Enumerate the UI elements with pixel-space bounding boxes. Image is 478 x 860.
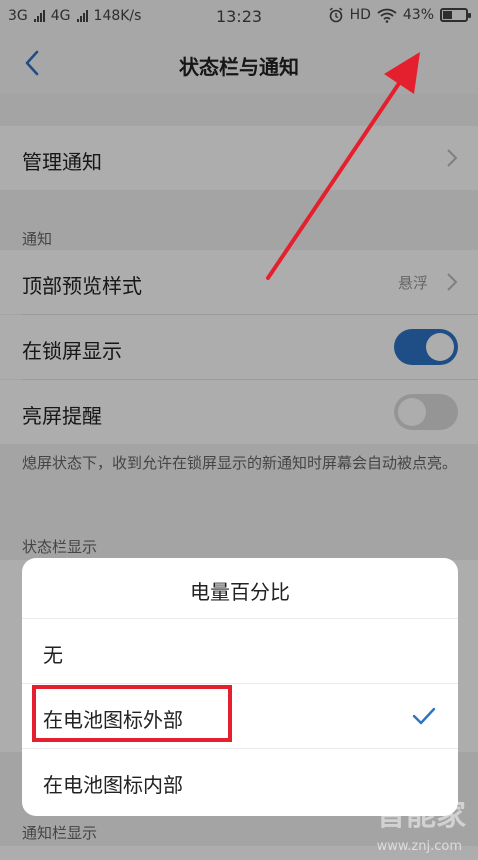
watermark-logo: 智能家 [376, 798, 466, 833]
option-label: 无 [43, 643, 63, 667]
checkmark-icon [412, 707, 436, 725]
dialog-title: 电量百分比 [190, 580, 290, 604]
option-label: 在电池图标内部 [43, 773, 183, 797]
option-none[interactable]: 无 [22, 619, 458, 683]
annotation-highlight-box [32, 685, 232, 742]
watermark-url: www.znj.com [376, 839, 462, 854]
